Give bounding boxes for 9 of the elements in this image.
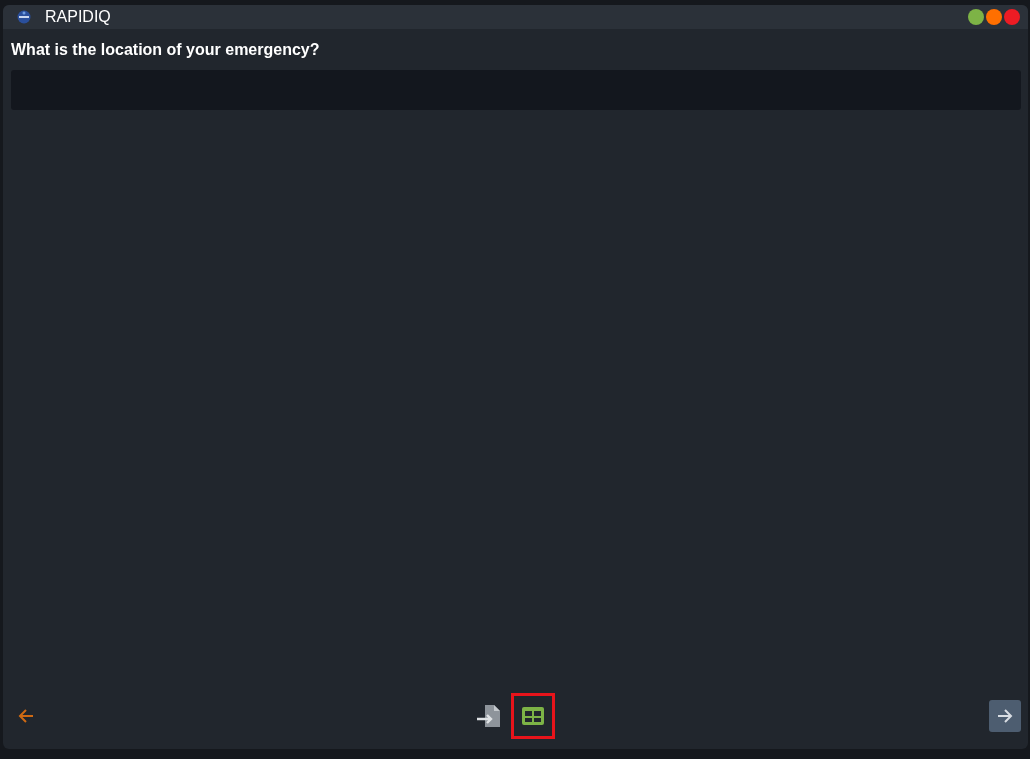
file-import-icon (475, 702, 503, 730)
question-text: What is the location of your emergency? (11, 41, 321, 59)
globe-logo-icon (16, 9, 32, 25)
window-title: RAPIDIQ (45, 8, 111, 26)
next-button[interactable] (989, 700, 1021, 732)
close-button[interactable] (1004, 9, 1020, 25)
minimize-button[interactable] (968, 9, 984, 25)
maximize-button[interactable] (986, 9, 1002, 25)
table-button[interactable] (511, 693, 555, 739)
